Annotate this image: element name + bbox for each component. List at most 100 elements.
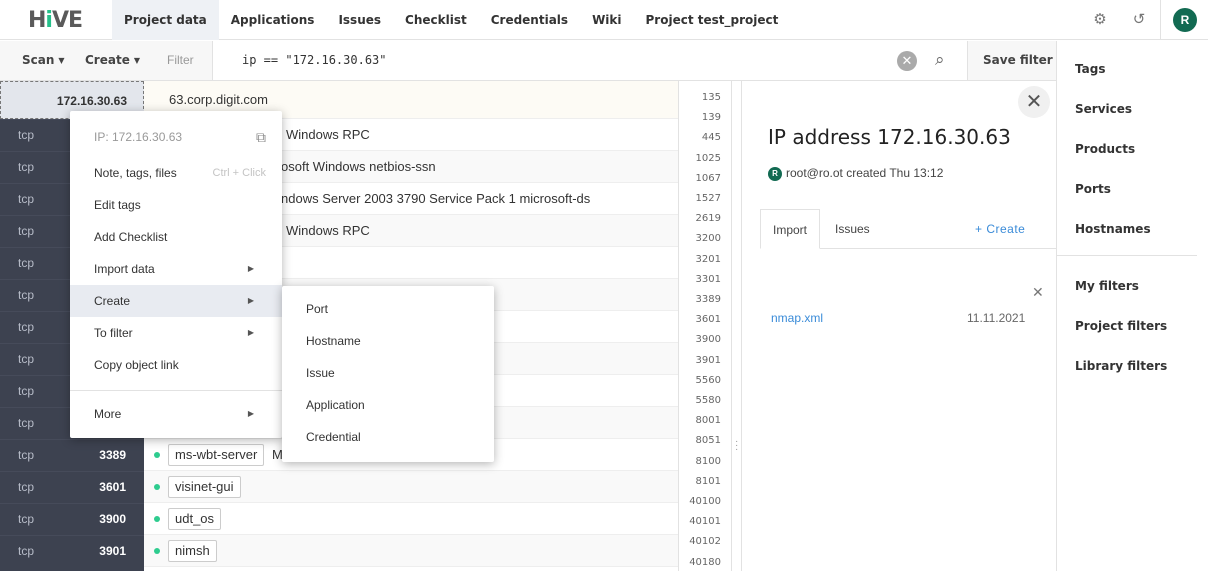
port-row[interactable]: tcp 3389 <box>0 439 144 471</box>
port-number: 3601 <box>99 480 126 494</box>
port-list-item[interactable]: 3601 <box>696 314 721 325</box>
close-icon[interactable]: ✕ <box>1018 86 1050 118</box>
chevron-down-icon: ▼ <box>133 56 140 65</box>
menu-item-to-filter[interactable]: To filter ▶ <box>70 317 282 349</box>
port-list-item[interactable]: 8051 <box>696 435 721 446</box>
filter-bar: Scan ▼ Create ▼ Filter ip == "172.16.30.63… <box>0 41 1056 81</box>
submenu-item-application[interactable]: Application <box>282 389 494 421</box>
gear-icon[interactable]: ⚙ <box>1092 12 1108 28</box>
port-list-item[interactable]: 5580 <box>696 395 721 406</box>
chevron-right-icon: ▶ <box>247 296 254 305</box>
port-list-item[interactable]: 2619 <box>696 213 721 224</box>
sidebar-item-services[interactable]: Services <box>1075 102 1132 116</box>
chevron-down-icon: ▼ <box>58 56 65 65</box>
protocol-label: tcp <box>18 256 35 270</box>
tab-issues[interactable]: Issues <box>823 209 882 249</box>
service-row[interactable]: udt_os <box>144 503 678 535</box>
nav-wiki[interactable]: Wiki <box>580 0 633 40</box>
port-list-item[interactable]: 40100 <box>689 496 721 507</box>
service-row[interactable]: visinet-gui <box>144 471 678 503</box>
service-row[interactable]: nimsh <box>144 535 678 567</box>
port-list-item[interactable]: 445 <box>702 132 721 143</box>
service-tag[interactable]: visinet-gui <box>168 476 241 498</box>
port-list-item[interactable]: 3901 <box>696 355 721 366</box>
menu-item-add-checklist[interactable]: Add Checklist <box>70 221 282 253</box>
user-avatar[interactable]: R <box>1173 8 1197 32</box>
service-tag[interactable]: nimsh <box>168 540 217 562</box>
submenu-item-port[interactable]: Port <box>282 293 494 325</box>
nav-credentials[interactable]: Credentials <box>479 0 580 40</box>
import-file-link[interactable]: nmap.xml <box>771 311 823 325</box>
port-list-item[interactable]: 40101 <box>689 516 721 527</box>
sidebar-item-hostnames[interactable]: Hostnames <box>1075 222 1151 236</box>
port-list-item[interactable]: 3389 <box>696 294 721 305</box>
menu-item-more[interactable]: More ▶ <box>70 398 282 430</box>
port-list-item[interactable]: 3201 <box>696 254 721 265</box>
protocol-label: tcp <box>18 288 35 302</box>
hive-logo[interactable]: HiVE <box>28 8 83 33</box>
sidebar-item-library-filters[interactable]: Library filters <box>1075 359 1167 373</box>
port-list-item[interactable]: 135 <box>702 92 721 103</box>
menu-item-edit-tags[interactable]: Edit tags <box>70 189 282 221</box>
sidebar-divider <box>1057 255 1197 256</box>
port-list-item[interactable]: 40180 <box>689 557 721 568</box>
port-row[interactable]: tcp 3901 <box>0 535 144 567</box>
protocol-label: tcp <box>18 224 35 238</box>
sidebar-item-my-filters[interactable]: My filters <box>1075 279 1139 293</box>
nav-project[interactable]: Project test_project <box>634 0 791 40</box>
chevron-right-icon: ▶ <box>247 409 254 418</box>
port-list-item[interactable]: 139 <box>702 112 721 123</box>
shortcut-hint: Ctrl + Click <box>212 167 266 179</box>
protocol-label: tcp <box>18 352 35 366</box>
menu-item-import-data[interactable]: Import data ▶ <box>70 253 282 285</box>
sidebar-item-tags[interactable]: Tags <box>1075 62 1105 76</box>
port-list-item[interactable]: 3200 <box>696 233 721 244</box>
menu-item-create[interactable]: Create ▶ <box>70 285 282 317</box>
copy-icon[interactable]: ⧉ <box>256 121 266 153</box>
port-list-item[interactable]: 8001 <box>696 415 721 426</box>
port-row[interactable]: tcp 3601 <box>0 471 144 503</box>
port-number: 3900 <box>99 512 126 526</box>
main-nav: Project data Applications Issues Checkli… <box>112 0 790 40</box>
port-list-item[interactable]: 5560 <box>696 375 721 386</box>
port-list-item[interactable]: 8100 <box>696 456 721 467</box>
filter-query-input[interactable]: ip == "172.16.30.63" ✕ ⌕ <box>212 41 968 80</box>
service-tag[interactable]: ms-wbt-server <box>168 444 265 466</box>
sidebar-item-project-filters[interactable]: Project filters <box>1075 319 1167 333</box>
port-row[interactable]: tcp 3900 <box>0 503 144 535</box>
menu-header-ip: IP: 172.16.30.63 ⧉ <box>70 121 282 153</box>
port-list-item[interactable]: 8101 <box>696 476 721 487</box>
sidebar-item-products[interactable]: Products <box>1075 142 1135 156</box>
port-list-item[interactable]: 40102 <box>689 536 721 547</box>
tab-import[interactable]: Import <box>760 209 821 249</box>
submenu-item-issue[interactable]: Issue <box>282 357 494 389</box>
protocol-label: tcp <box>18 544 35 558</box>
menu-item-note-tags-files[interactable]: Note, tags, files Ctrl + Click <box>70 157 282 189</box>
topbar-divider <box>1160 0 1161 40</box>
clear-icon[interactable]: ✕ <box>897 51 917 71</box>
remove-import-icon[interactable]: ✕ <box>1032 284 1044 301</box>
submenu-item-hostname[interactable]: Hostname <box>282 325 494 357</box>
port-list-item[interactable]: 3301 <box>696 274 721 285</box>
history-icon[interactable]: ↺ <box>1131 12 1147 28</box>
sidebar-item-ports[interactable]: Ports <box>1075 182 1111 196</box>
protocol-label: tcp <box>18 384 35 398</box>
resize-handle[interactable]: · · · <box>735 437 738 455</box>
port-list-item[interactable]: 1025 <box>696 153 721 164</box>
create-tab-button[interactable]: + Create <box>963 209 1037 249</box>
port-list-item[interactable]: 1527 <box>696 193 721 204</box>
save-filter-button[interactable]: Save filter <box>983 41 1053 80</box>
scan-dropdown[interactable]: Scan ▼ <box>22 41 65 80</box>
nav-checklist[interactable]: Checklist <box>393 0 479 40</box>
menu-item-copy-object-link[interactable]: Copy object link <box>70 349 282 381</box>
service-tag[interactable]: udt_os <box>168 508 222 530</box>
status-dot <box>154 452 160 458</box>
nav-issues[interactable]: Issues <box>326 0 393 40</box>
create-dropdown[interactable]: Create ▼ <box>85 41 140 80</box>
search-icon[interactable]: ⌕ <box>935 50 955 70</box>
port-list-item[interactable]: 1067 <box>696 173 721 184</box>
nav-applications[interactable]: Applications <box>219 0 327 40</box>
submenu-item-credential[interactable]: Credential <box>282 421 494 453</box>
port-list-item[interactable]: 3900 <box>696 334 721 345</box>
nav-project-data[interactable]: Project data <box>112 0 219 40</box>
